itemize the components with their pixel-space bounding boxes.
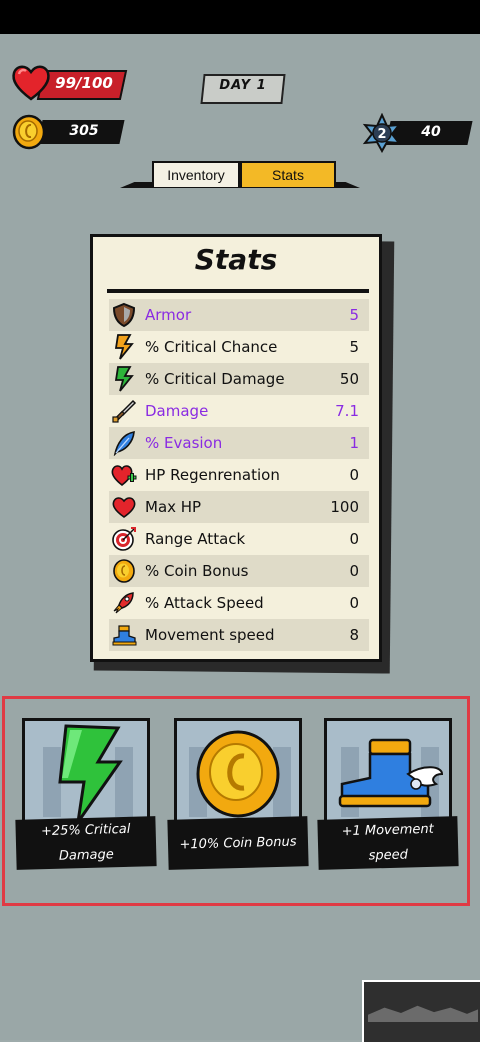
boot-icon (109, 621, 139, 649)
thumbnail-art (368, 1005, 478, 1022)
stat-label: Max HP (145, 498, 202, 516)
level-number: 2 (377, 127, 386, 142)
stat-label: Armor (145, 306, 192, 324)
lightning-green-icon (109, 365, 139, 393)
card-caption-line1: +1 Movement (341, 821, 434, 840)
upgrade-card-critical-damage[interactable]: +25% Critical Damage (15, 718, 157, 870)
card-caption: +25% Critical Damage (15, 816, 157, 870)
rocket-icon (109, 589, 139, 617)
stat-label: Damage (145, 402, 209, 420)
shield-icon (109, 301, 139, 329)
stat-value: 0 (349, 562, 359, 580)
level-star-icon: 2 (362, 113, 402, 153)
card-caption-line2: Damage (58, 847, 114, 864)
stat-value: 1 (349, 434, 359, 452)
tab-inventory[interactable]: Inventory (152, 161, 240, 187)
heart-plus-icon (109, 461, 139, 489)
upgrade-card-coin-bonus[interactable]: +10% Coin Bonus (167, 718, 309, 870)
stat-row-movement-speed: Movement speed 8 (109, 619, 369, 651)
feather-icon (109, 429, 139, 457)
stat-row-hp-regeneration: HP Regenrenation 0 (109, 459, 369, 491)
corner-thumbnail (362, 980, 480, 1042)
stat-value: 100 (330, 498, 359, 516)
coin-icon (109, 557, 139, 585)
stat-row-evasion: % Evasion 1 (109, 427, 369, 459)
stat-label: Movement speed (145, 626, 275, 644)
stat-label: % Critical Damage (145, 370, 285, 388)
heart-icon (109, 493, 139, 521)
card-caption-line1: +10% Coin Bonus (179, 833, 297, 853)
top-status-bar (0, 0, 480, 34)
panel-divider (107, 289, 369, 293)
stat-value: 5 (349, 306, 359, 324)
stat-value: 0 (349, 594, 359, 612)
panel-title: Stats (194, 243, 278, 276)
stat-row-attack-speed: % Attack Speed 0 (109, 587, 369, 619)
stats-list: Armor 5 % Critical Chance 5 % Critical D… (109, 299, 369, 651)
stat-row-critical-damage: % Critical Damage 50 (109, 363, 369, 395)
hp-value: 99/100 (55, 74, 113, 92)
stat-value: 0 (349, 466, 359, 484)
card-caption-line1: +25% Critical (40, 821, 131, 840)
target-icon (109, 525, 139, 553)
tab-stats[interactable]: Stats (240, 161, 336, 187)
sword-icon (109, 397, 139, 425)
stat-value: 0 (349, 530, 359, 548)
stat-label: % Critical Chance (145, 338, 278, 356)
stat-row-max-hp: Max HP 100 (109, 491, 369, 523)
level-points: 40 (421, 124, 441, 140)
upgrade-card-movement-speed[interactable]: +1 Movement speed (317, 718, 459, 870)
stat-label: % Coin Bonus (145, 562, 249, 580)
stats-panel: Stats Armor 5 % Critical Chance 5 % Crit… (90, 234, 382, 662)
stat-value: 7.1 (335, 402, 359, 420)
stat-label: % Evasion (145, 434, 223, 452)
stat-row-critical-chance: % Critical Chance 5 (109, 331, 369, 363)
card-caption: +1 Movement speed (317, 816, 459, 870)
coin-icon (12, 114, 46, 150)
coin-count: 305 (69, 123, 99, 139)
stat-label: % Attack Speed (145, 594, 264, 612)
card-caption: +10% Coin Bonus (167, 816, 309, 870)
stat-label: Range Attack (145, 530, 246, 548)
heart-icon (12, 65, 50, 101)
day-label: DAY 1 (219, 78, 267, 93)
stat-value: 5 (349, 338, 359, 356)
stat-label: HP Regenrenation (145, 466, 280, 484)
stat-row-armor: Armor 5 (109, 299, 369, 331)
card-caption-line2: speed (368, 847, 409, 864)
stat-value: 8 (349, 626, 359, 644)
stat-row-range-attack: Range Attack 0 (109, 523, 369, 555)
stat-row-damage: Damage 7.1 (109, 395, 369, 427)
stat-row-coin-bonus: % Coin Bonus 0 (109, 555, 369, 587)
lightning-orange-icon (109, 333, 139, 361)
stat-value: 50 (339, 370, 359, 388)
